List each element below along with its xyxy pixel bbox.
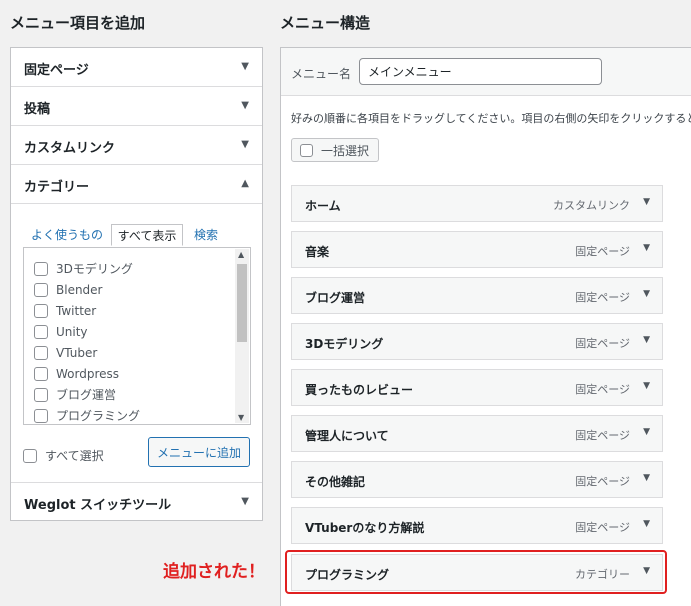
list-item[interactable]: VTuber xyxy=(34,342,97,363)
list-item[interactable]: Wordpress xyxy=(34,363,119,384)
bulk-select-button[interactable]: 一括選択 xyxy=(291,138,379,162)
menu-item-title: ホーム xyxy=(305,199,341,213)
menu-item-type: 固定ページ xyxy=(575,521,630,534)
checkbox[interactable] xyxy=(34,303,48,318)
chevron-down-icon[interactable]: ▼ xyxy=(643,427,650,437)
select-all-label: すべて選択 xyxy=(45,449,104,463)
checkbox[interactable] xyxy=(34,261,48,276)
list-item[interactable]: プログラミング xyxy=(34,405,141,424)
category-label: ブログ運営 xyxy=(56,388,117,402)
annotation-text: 追加された！ xyxy=(163,562,265,582)
categories-panel: よく使うもの すべて表示 検索 3Dモデリング Blender Twitter … xyxy=(11,204,262,483)
chevron-down-icon[interactable]: ▼ xyxy=(643,197,650,207)
menu-item-type: 固定ページ xyxy=(575,429,630,442)
chevron-down-icon[interactable]: ▼ xyxy=(643,335,650,345)
menu-item[interactable]: 管理人について 固定ページ ▼ xyxy=(291,415,663,452)
checkbox[interactable] xyxy=(34,408,48,423)
menu-item-title: 管理人について xyxy=(305,429,389,443)
section-posts-label: 投稿 xyxy=(24,102,51,117)
select-all-checkbox[interactable] xyxy=(23,448,37,463)
checkbox[interactable] xyxy=(34,282,48,297)
chevron-down-icon[interactable]: ▼ xyxy=(643,473,650,483)
chevron-down-icon[interactable]: ▼ xyxy=(643,289,650,299)
add-menu-items-heading: メニュー項目を追加 xyxy=(10,14,146,32)
menu-item[interactable]: VTuberのなり方解説 固定ページ ▼ xyxy=(291,507,663,544)
menu-item-title: ブログ運営 xyxy=(305,291,366,305)
category-label: VTuber xyxy=(56,345,98,360)
scrollbar-thumb[interactable] xyxy=(237,264,247,342)
chevron-down-icon[interactable]: ▼ xyxy=(643,381,650,391)
bulk-select-label: 一括選択 xyxy=(321,143,370,158)
chevron-down-icon[interactable]: ▼ xyxy=(241,496,249,507)
add-to-menu-button[interactable]: メニューに追加 xyxy=(148,437,250,467)
category-label: Twitter xyxy=(56,303,97,318)
chevron-down-icon[interactable]: ▼ xyxy=(241,61,249,72)
section-pages[interactable]: 固定ページ ▼ xyxy=(11,48,262,87)
section-pages-label: 固定ページ xyxy=(24,63,89,78)
checkbox[interactable] xyxy=(34,324,48,339)
menu-name-bar: メニュー名 xyxy=(281,48,691,96)
drag-instructions: 好みの順番に各項目をドラッグしてください。項目の右側の矢印をクリックすると xyxy=(291,112,691,125)
menu-item-type: 固定ページ xyxy=(575,291,630,304)
menu-item-title: その他雑記 xyxy=(305,475,366,489)
scroll-up-icon[interactable]: ▲ xyxy=(238,250,244,259)
menu-item[interactable]: 買ったものレビュー 固定ページ ▼ xyxy=(291,369,663,406)
menu-item-title: 3Dモデリング xyxy=(305,337,384,351)
section-categories-label: カテゴリー xyxy=(24,180,90,195)
menu-item[interactable]: その他雑記 固定ページ ▼ xyxy=(291,461,663,498)
chevron-down-icon[interactable]: ▼ xyxy=(643,243,650,253)
menu-structure-panel: メニュー名 好みの順番に各項目をドラッグしてください。項目の右側の矢印をクリック… xyxy=(280,47,691,606)
section-posts[interactable]: 投稿 ▼ xyxy=(11,87,262,126)
highlight-annotation-box xyxy=(285,550,667,594)
category-label: Unity xyxy=(56,324,88,339)
menu-item-title: 買ったものレビュー xyxy=(305,383,414,397)
menu-structure-heading: メニュー構造 xyxy=(280,14,371,32)
menu-item-title: VTuberのなり方解説 xyxy=(305,521,425,535)
menu-item-type: 固定ページ xyxy=(575,245,630,258)
menu-name-label: メニュー名 xyxy=(291,67,352,81)
category-checklist: 3Dモデリング Blender Twitter Unity VTuber Wor… xyxy=(23,247,251,425)
category-label: プログラミング xyxy=(56,409,141,423)
menu-item-type: 固定ページ xyxy=(575,383,630,396)
chevron-up-icon[interactable]: ▲ xyxy=(241,178,249,189)
section-weglot-switcher[interactable]: Weglot スイッチツール ▼ xyxy=(11,483,262,522)
list-item[interactable]: Blender xyxy=(34,279,103,300)
menu-item[interactable]: 音楽 固定ページ ▼ xyxy=(291,231,663,268)
menu-item-type: カスタムリンク xyxy=(553,199,630,212)
section-custom-links[interactable]: カスタムリンク ▼ xyxy=(11,126,262,165)
list-item[interactable]: Twitter xyxy=(34,300,96,321)
checkbox[interactable] xyxy=(34,366,48,381)
list-item[interactable]: 3Dモデリング xyxy=(34,258,133,279)
category-label: 3Dモデリング xyxy=(56,262,133,276)
scrollbar[interactable]: ▲ ▼ xyxy=(235,249,249,423)
section-custom-links-label: カスタムリンク xyxy=(24,141,116,156)
category-label: Blender xyxy=(56,282,103,297)
menu-item-type: 固定ページ xyxy=(575,475,630,488)
chevron-down-icon[interactable]: ▼ xyxy=(241,100,249,111)
checkbox[interactable] xyxy=(34,345,48,360)
category-label: Wordpress xyxy=(56,366,120,381)
list-item[interactable]: ブログ運営 xyxy=(34,384,116,405)
tab-view-all[interactable]: すべて表示 xyxy=(111,224,183,246)
list-item[interactable]: Unity xyxy=(34,321,88,342)
chevron-down-icon[interactable]: ▼ xyxy=(643,519,650,529)
menu-item[interactable]: ホーム カスタムリンク ▼ xyxy=(291,185,663,222)
tab-search[interactable]: 検索 xyxy=(194,224,218,246)
menu-name-input[interactable] xyxy=(359,58,602,85)
section-categories[interactable]: カテゴリー ▲ xyxy=(11,165,262,204)
menu-item[interactable]: ブログ運営 固定ページ ▼ xyxy=(291,277,663,314)
chevron-down-icon[interactable]: ▼ xyxy=(241,139,249,150)
checkbox[interactable] xyxy=(34,387,48,402)
menu-item-title: 音楽 xyxy=(305,245,330,259)
add-menu-items-panel: 固定ページ ▼ 投稿 ▼ カスタムリンク ▼ カテゴリー ▲ よく使うもの すべ… xyxy=(10,47,263,521)
tab-most-used[interactable]: よく使うもの xyxy=(31,224,103,246)
scroll-down-icon[interactable]: ▼ xyxy=(238,413,244,422)
menu-item[interactable]: 3Dモデリング 固定ページ ▼ xyxy=(291,323,663,360)
select-all[interactable]: すべて選択 xyxy=(23,447,104,464)
bulk-select-checkbox[interactable] xyxy=(300,143,313,157)
section-weglot-label: Weglot スイッチツール xyxy=(24,498,172,513)
menu-item-type: 固定ページ xyxy=(575,337,630,350)
